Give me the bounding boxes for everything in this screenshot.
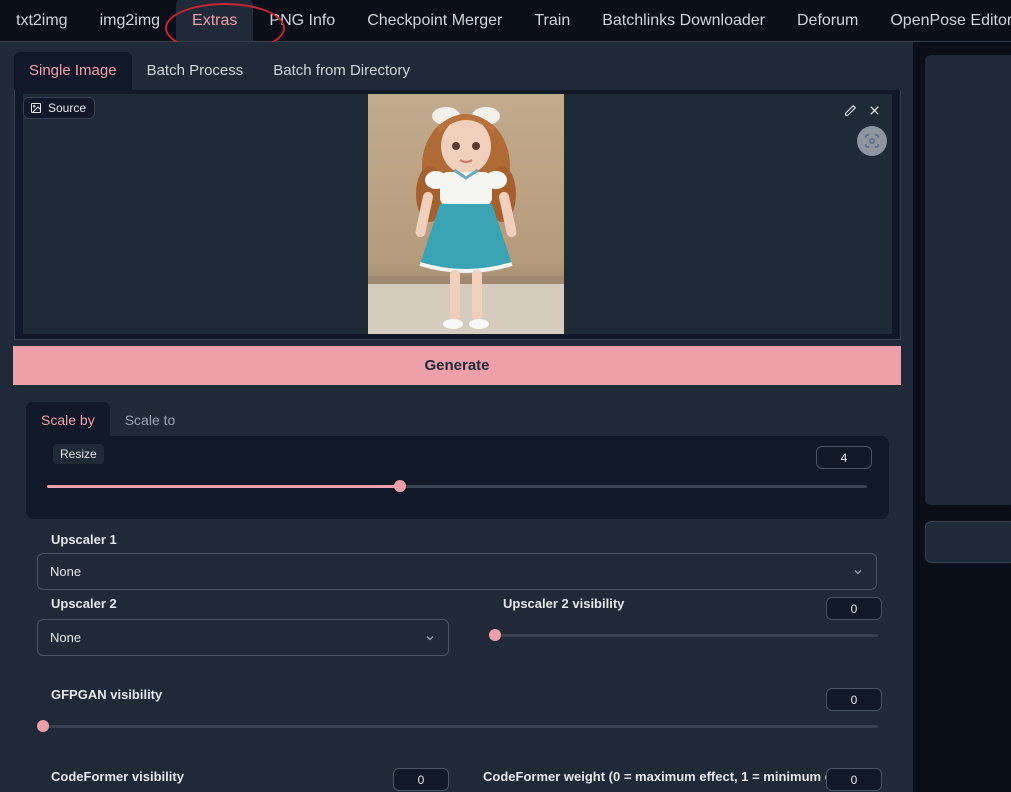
source-label-text: Source [48, 101, 87, 115]
tab-single-image[interactable]: Single Image [14, 52, 132, 90]
tab-scale-to[interactable]: Scale to [110, 402, 191, 436]
upscaler2-label: Upscaler 2 [51, 596, 117, 611]
resize-slider[interactable] [47, 480, 867, 492]
image-icon [31, 103, 41, 113]
slider-fill [47, 485, 400, 488]
top-tab-bar: txt2img img2img Extras PNG Info Checkpoi… [0, 0, 1011, 42]
tab-openpose-editor[interactable]: OpenPose Editor [874, 0, 1011, 41]
tab-deforum[interactable]: Deforum [781, 0, 874, 41]
chevron-down-icon [426, 636, 434, 641]
source-image-box: Source [14, 90, 901, 340]
focus-icon [865, 134, 879, 148]
focus-button[interactable] [857, 126, 887, 156]
image-canvas[interactable] [23, 94, 892, 334]
codeformer-weight-number[interactable]: 0 [826, 768, 882, 791]
scale-by-panel: Resize 4 [26, 436, 889, 519]
edit-button[interactable] [840, 100, 860, 120]
chevron-down-icon [854, 570, 862, 575]
resize-label: Resize [53, 444, 104, 464]
scale-tab-bar: Scale by Scale to [26, 402, 190, 436]
slider-track [495, 634, 878, 637]
upscaler2-visibility-label: Upscaler 2 visibility [503, 596, 625, 611]
source-image [368, 94, 564, 334]
tab-train[interactable]: Train [518, 0, 586, 41]
upscaler1-value: None [50, 564, 82, 579]
upscaler1-select[interactable]: None [37, 553, 877, 590]
codeformer-visibility-number[interactable]: 0 [393, 768, 449, 791]
slider-thumb[interactable] [37, 720, 49, 732]
clear-image-button[interactable] [864, 100, 884, 120]
output-gallery [925, 55, 1011, 505]
image-tools [840, 100, 884, 120]
generate-button[interactable]: Generate [13, 346, 901, 385]
gfpgan-visibility-label: GFPGAN visibility [51, 687, 163, 702]
sub-tab-bar: Single Image Batch Process Batch from Di… [14, 52, 425, 90]
slider-thumb[interactable] [393, 480, 406, 492]
tab-batch-from-directory[interactable]: Batch from Directory [258, 52, 425, 90]
tab-batchlinks-downloader[interactable]: Batchlinks Downloader [586, 0, 781, 41]
tab-checkpoint-merger[interactable]: Checkpoint Merger [351, 0, 518, 41]
upscaler1-label: Upscaler 1 [51, 532, 117, 547]
tab-png-info[interactable]: PNG Info [253, 0, 351, 41]
slider-track [43, 725, 878, 728]
codeformer-weight-label: CodeFormer weight (0 = maximum effect, 1… [483, 769, 826, 784]
pencil-icon [844, 104, 856, 116]
gfpgan-visibility-number[interactable]: 0 [826, 688, 882, 711]
output-actions [925, 521, 1011, 563]
tab-txt2img[interactable]: txt2img [0, 0, 84, 41]
gfpgan-visibility-slider[interactable] [37, 720, 878, 732]
source-label: Source [23, 97, 96, 119]
codeformer-visibility-label: CodeFormer visibility [51, 769, 184, 784]
upscaler2-visibility-slider[interactable] [489, 629, 878, 641]
upscaler2-visibility-number[interactable]: 0 [826, 597, 882, 620]
tab-scale-by[interactable]: Scale by [26, 402, 110, 436]
extras-panel: Single Image Batch Process Batch from Di… [0, 42, 913, 792]
resize-number[interactable]: 4 [816, 446, 872, 469]
tab-batch-process[interactable]: Batch Process [132, 52, 259, 90]
slider-thumb[interactable] [489, 629, 501, 641]
upscaler2-select[interactable]: None [37, 619, 449, 656]
upscaler2-value: None [50, 630, 82, 645]
tab-img2img[interactable]: img2img [84, 0, 176, 41]
tab-extras[interactable]: Extras [176, 0, 254, 41]
close-icon [869, 105, 879, 115]
